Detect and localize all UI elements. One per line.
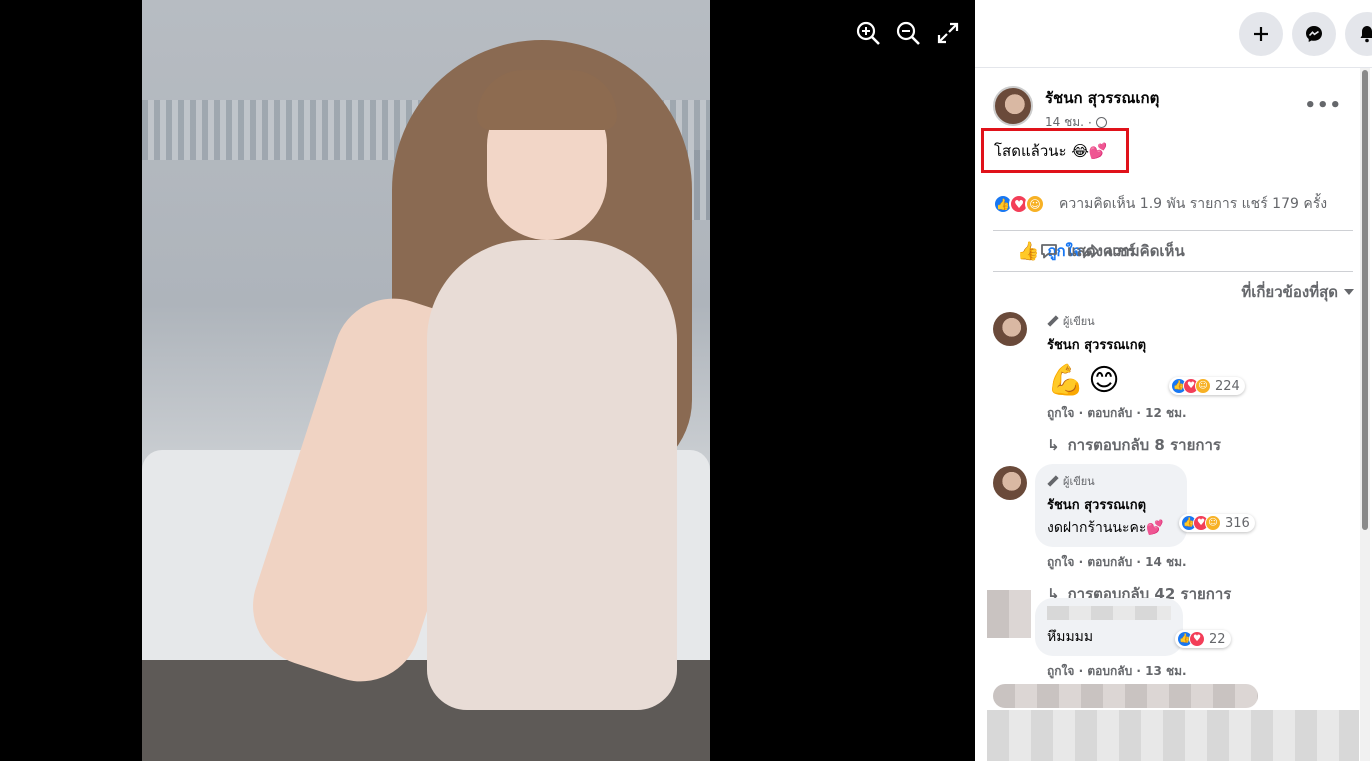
notifications-button[interactable] [1345,12,1372,56]
pencil-icon [1047,315,1059,327]
zoom-in-icon[interactable] [855,20,881,46]
post-side-panel: รัชนก สุวรรณเกตุ 14 ชม. · ••• โสดแล้วนะ … [975,0,1372,761]
caret-down-icon [1344,289,1354,295]
blurred-content [993,684,1258,708]
author-badge: ผู้เขียน [1047,472,1175,490]
love-reaction-icon: ♥ [1189,631,1205,647]
filter-label: ที่เกี่ยวข้องที่สุด [1241,283,1338,301]
blurred-content [987,710,1359,761]
messenger-icon [1306,26,1322,42]
post-text: โสดแล้วนะ 😂💕 [994,141,1108,160]
view-replies-button[interactable]: ↳ การตอบกลับ 8 รายการ [1047,433,1347,457]
author-badge-label: ผู้เขียน [1063,475,1095,488]
care-reaction-icon: ☺ [1205,515,1221,531]
post-header: รัชนก สุวรรณเกตุ 14 ชม. · [993,86,1159,132]
reaction-count: 316 [1225,515,1250,531]
photo-dress [427,240,677,710]
comment-button[interactable]: แสดงความคิดเห็น [1039,239,1185,263]
reactions-summary: 👍 ♥ ☺ ความคิดเห็น 1.9 พัน รายการ แชร์ 17… [993,193,1353,215]
thumbs-up-icon: 👍 [1017,240,1040,262]
comment-bubble: หึมมมม [1035,598,1183,656]
care-reaction-icon[interactable]: ☺ [1025,194,1045,214]
blurred-avatar [987,590,1031,638]
viewer-controls [855,20,961,46]
comment-actions[interactable]: ถูกใจ · ตอบกลับ · 14 ชม. [1047,553,1355,572]
reply-arrow-icon: ↳ [1047,436,1060,454]
messenger-button[interactable] [1292,12,1336,56]
comment-text: หึมมมม [1047,629,1094,645]
author-badge: ผู้เขียน [1047,312,1347,330]
comment-reactions[interactable]: 👍 ♥ 22 [1175,630,1231,648]
reaction-count: 224 [1215,378,1240,394]
comment-author-name[interactable]: รัชนก สุวรรณเกตุ [1047,334,1347,355]
top-bar [975,0,1372,68]
pencil-icon [1047,475,1059,487]
fullscreen-icon[interactable] [935,20,961,46]
scrollbar[interactable] [1360,68,1370,761]
comment-actions[interactable]: ถูกใจ · ตอบกลับ · 13 ชม. [1047,662,1187,681]
comment-filter-dropdown[interactable]: ที่เกี่ยวข้องที่สุด [1241,280,1354,304]
comment-bubble: ผู้เขียน รัชนก สุวรรณเกตุ งดฝากร้านนะคะ💕 [1035,464,1187,547]
avatar[interactable] [993,466,1027,500]
globe-icon [1095,117,1107,128]
highlight-box: โสดแล้วนะ 😂💕 [981,128,1129,173]
care-reaction-icon: ☺ [1195,378,1211,394]
comment-label: แสดงความคิดเห็น [1067,242,1185,260]
blurred-name [1047,606,1171,620]
comment-icon [1041,244,1057,259]
post-actions: 👍 ถูกใจ แสดงความคิดเห็น แชร์ [993,230,1353,272]
plus-icon [1254,27,1268,41]
more-options-button[interactable]: ••• [1304,95,1342,116]
avatar[interactable] [993,86,1033,126]
comment-reactions[interactable]: 👍 ♥ ☺ 224 [1169,377,1245,395]
reaction-count: 22 [1209,631,1226,647]
post-photo[interactable] [142,0,710,761]
photo-viewer [0,0,975,761]
comment-actions[interactable]: ถูกใจ · ตอบกลับ · 12 ชม. [1047,404,1347,423]
post-stats[interactable]: ความคิดเห็น 1.9 พัน รายการ แชร์ 179 ครั้… [1059,193,1327,215]
comment-author-name[interactable]: รัชนก สุวรรณเกตุ [1047,494,1175,515]
author-badge-label: ผู้เขียน [1063,315,1095,328]
post-author-name[interactable]: รัชนก สุวรรณเกตุ [1045,86,1159,110]
create-button[interactable] [1239,12,1283,56]
bell-icon [1360,26,1372,43]
comment-text: งดฝากร้านนะคะ💕 [1047,520,1164,536]
zoom-out-icon[interactable] [895,20,921,46]
scrollbar-thumb[interactable] [1362,70,1368,530]
replies-label: การตอบกลับ 8 รายการ [1067,436,1221,454]
avatar[interactable] [993,312,1027,346]
photo-bangs [477,70,617,130]
comment-reactions[interactable]: 👍 ♥ ☺ 316 [1179,514,1255,532]
